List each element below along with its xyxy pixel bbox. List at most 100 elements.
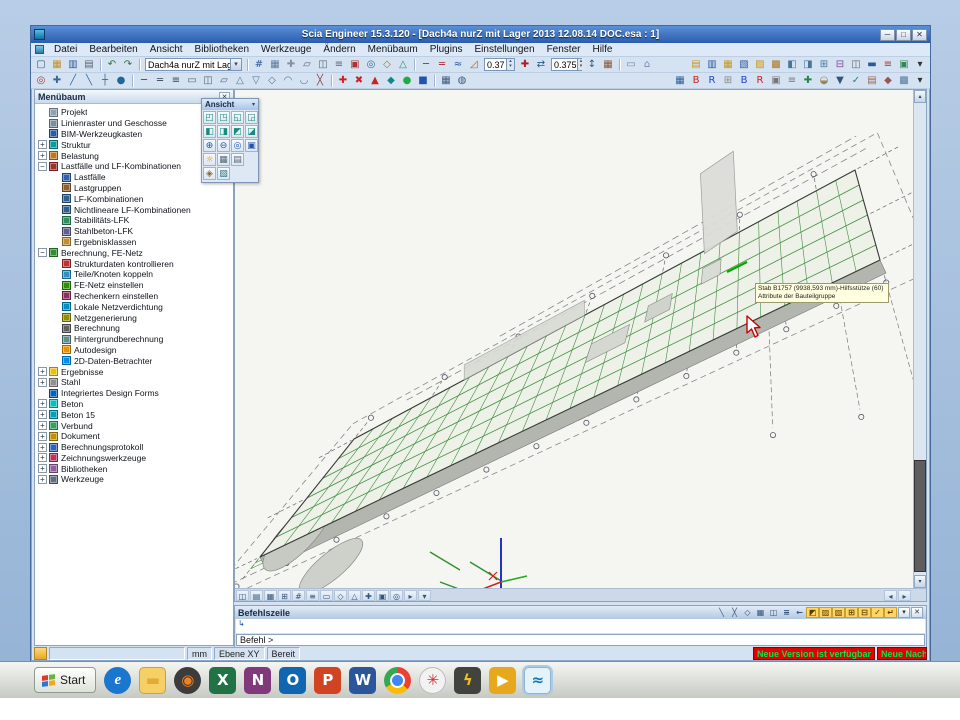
tree-item[interactable]: Autodesign bbox=[35, 345, 233, 356]
toolbar-icon[interactable]: ≡ bbox=[784, 74, 800, 88]
toolbar-icon[interactable]: ▤ bbox=[864, 74, 880, 88]
tree-item[interactable]: +Dokument bbox=[35, 431, 233, 442]
toolbar-icon[interactable]: ✖ bbox=[351, 74, 367, 88]
tree-item[interactable]: +Zeichnungswerkzeuge bbox=[35, 453, 233, 464]
toolbar-icon[interactable]: ● bbox=[113, 74, 129, 88]
toolbar-icon[interactable]: ✚ bbox=[517, 58, 533, 72]
toolbar-icon[interactable]: ◿ bbox=[466, 58, 482, 72]
toolbar-icon[interactable]: ◫ bbox=[848, 58, 864, 72]
tree-item[interactable]: 2D-Daten-Betrachter bbox=[35, 355, 233, 366]
snap-tool-icon[interactable]: ▨ bbox=[819, 607, 832, 618]
toolbar-icon[interactable]: ↶ bbox=[104, 58, 120, 72]
toolbar-icon[interactable]: ▨ bbox=[752, 58, 768, 72]
viewport-tab-icon[interactable]: ◇ bbox=[334, 590, 347, 601]
toolbar-icon[interactable]: ▦ bbox=[600, 58, 616, 72]
view-tool-icon[interactable]: ⊕ bbox=[203, 139, 216, 152]
spin-down-icon[interactable]: ▾ bbox=[507, 64, 514, 69]
tree-expand-box[interactable]: + bbox=[38, 464, 47, 473]
menu-item-plugins[interactable]: Plugins bbox=[424, 44, 469, 55]
tree-expand-box[interactable]: + bbox=[38, 410, 47, 419]
scroll-down-icon[interactable]: ▾ bbox=[914, 575, 926, 588]
menu-item-bibliotheken[interactable]: Bibliotheken bbox=[189, 44, 255, 55]
toolbar-icon[interactable]: B bbox=[688, 74, 704, 88]
tree-expand-box[interactable]: + bbox=[38, 151, 47, 160]
view-tool-icon[interactable]: ◲ bbox=[245, 111, 258, 124]
tree-item[interactable]: FE-Netz einstellen bbox=[35, 280, 233, 291]
toolbar-icon[interactable]: ▱ bbox=[216, 74, 232, 88]
tree-item[interactable]: +Verbund bbox=[35, 420, 233, 431]
toolbar-icon[interactable]: ↕ bbox=[584, 58, 600, 72]
toolbar-icon[interactable]: ▭ bbox=[184, 74, 200, 88]
toolbar-icon[interactable]: ╲ bbox=[81, 74, 97, 88]
toolbar-icon[interactable]: R bbox=[704, 74, 720, 88]
vertical-scrollbar[interactable]: ▴ ▾ bbox=[913, 90, 926, 588]
tree-item[interactable]: +Bibliotheken bbox=[35, 463, 233, 474]
toolbar-icon[interactable]: ✚ bbox=[283, 58, 299, 72]
toolbar-icon[interactable]: ◫ bbox=[315, 58, 331, 72]
snap-tool-icon[interactable]: ⊞ bbox=[845, 607, 858, 618]
toolbar-icon[interactable]: △ bbox=[232, 74, 248, 88]
tree-expand-box[interactable]: + bbox=[38, 367, 47, 376]
toolbar-icon[interactable]: ◡ bbox=[296, 74, 312, 88]
viewport-scroll-icon[interactable]: ▸ bbox=[898, 590, 911, 601]
viewport-tab-icon[interactable]: ▭ bbox=[320, 590, 333, 601]
toolbar-icon[interactable]: B bbox=[736, 74, 752, 88]
toolbar-number-field[interactable]: 0.375▴▾ bbox=[551, 58, 582, 71]
menu-item-hilfe[interactable]: Hilfe bbox=[586, 44, 618, 55]
command-tool-icon[interactable]: ◇ bbox=[741, 607, 754, 618]
command-tool-icon[interactable]: ◫ bbox=[767, 607, 780, 618]
new-version-badge[interactable]: Neue Version ist verfügbar bbox=[753, 647, 875, 660]
toolbar-icon[interactable]: ⇄ bbox=[533, 58, 549, 72]
menu-item-datei[interactable]: Datei bbox=[48, 44, 83, 55]
tree-expand-box[interactable]: + bbox=[38, 421, 47, 430]
tree-expand-box[interactable]: + bbox=[38, 378, 47, 387]
command-tool-icon[interactable]: ╳ bbox=[728, 607, 741, 618]
tree-item[interactable]: Strukturdaten kontrollieren bbox=[35, 258, 233, 269]
view-tool-icon[interactable]: ◱ bbox=[231, 111, 244, 124]
tree-expand-box[interactable]: + bbox=[38, 443, 47, 452]
snap-tool-icon[interactable]: ◩ bbox=[806, 607, 819, 618]
plane-display[interactable]: Ebene XY bbox=[214, 647, 265, 660]
befehlszeile-header[interactable]: Befehlszeile ╲╳◇▦◫≡←◩▨▧⊞⊟✓↵ ▾ ✕ bbox=[235, 606, 926, 619]
menu-item-fenster[interactable]: Fenster bbox=[541, 44, 587, 55]
chevron-down-icon[interactable]: ▾ bbox=[252, 101, 255, 108]
toolbar-icon[interactable]: ▢ bbox=[33, 58, 49, 72]
toolbar-icon[interactable]: R bbox=[752, 74, 768, 88]
toolbar-icon[interactable]: ▧ bbox=[736, 58, 752, 72]
toolbar-icon[interactable]: ⊞ bbox=[816, 58, 832, 72]
tree-expand-box[interactable]: + bbox=[38, 453, 47, 462]
toolbar-icon[interactable]: ═ bbox=[434, 58, 450, 72]
menu-item-werkzeuge[interactable]: Werkzeuge bbox=[255, 44, 317, 55]
viewport-tab-icon[interactable]: ▤ bbox=[250, 590, 263, 601]
toolbar-icon[interactable]: ▤ bbox=[81, 58, 97, 72]
tree-item[interactable]: Stahlbeton-LFK bbox=[35, 226, 233, 237]
taskbar-app-internet-explorer[interactable]: e bbox=[104, 667, 131, 694]
viewport-scroll-icon[interactable]: ◂ bbox=[884, 590, 897, 601]
toolbar-icon[interactable]: ◍ bbox=[454, 74, 470, 88]
view-tool-icon[interactable]: ◎ bbox=[231, 139, 244, 152]
viewport-tab-icon[interactable]: ▦ bbox=[264, 590, 277, 601]
toolbar-icon[interactable]: ▬ bbox=[864, 58, 880, 72]
toolbar-icon[interactable]: ✓ bbox=[848, 74, 864, 88]
toolbar-icon[interactable]: ◇ bbox=[264, 74, 280, 88]
tree-item[interactable]: LF-Kombinationen bbox=[35, 193, 233, 204]
tree-item[interactable]: +Werkzeuge bbox=[35, 474, 233, 485]
tree-item[interactable]: +Berechnungsprotokoll bbox=[35, 442, 233, 453]
tree-item[interactable]: +Beton 15 bbox=[35, 409, 233, 420]
toolbar-icon[interactable]: ◇ bbox=[379, 58, 395, 72]
toolbar-icon[interactable]: ⊟ bbox=[832, 58, 848, 72]
tree-item[interactable]: Stabilitäts-LFK bbox=[35, 215, 233, 226]
taskbar-app-outlook[interactable]: O bbox=[279, 667, 306, 694]
menu-item-einstellungen[interactable]: Einstellungen bbox=[469, 44, 541, 55]
tree-expand-box[interactable]: − bbox=[38, 248, 47, 257]
taskbar-app-scia-engineer[interactable]: ≈ bbox=[524, 667, 551, 694]
toolbar-icon[interactable]: ▥ bbox=[704, 58, 720, 72]
toolbar-icon[interactable]: ▦ bbox=[267, 58, 283, 72]
chevron-down-icon[interactable]: ▾ bbox=[898, 607, 910, 618]
chevron-down-icon[interactable]: ▾ bbox=[230, 59, 241, 70]
view-tool-icon[interactable]: ◪ bbox=[245, 125, 258, 138]
tree-item[interactable]: Teile/Knoten koppeln bbox=[35, 269, 233, 280]
toolbar-icon[interactable]: ● bbox=[399, 74, 415, 88]
project-combo[interactable]: Dach4a nurZ mit Lag▾ bbox=[145, 58, 242, 71]
toolbar-icon[interactable]: ▥ bbox=[65, 58, 81, 72]
